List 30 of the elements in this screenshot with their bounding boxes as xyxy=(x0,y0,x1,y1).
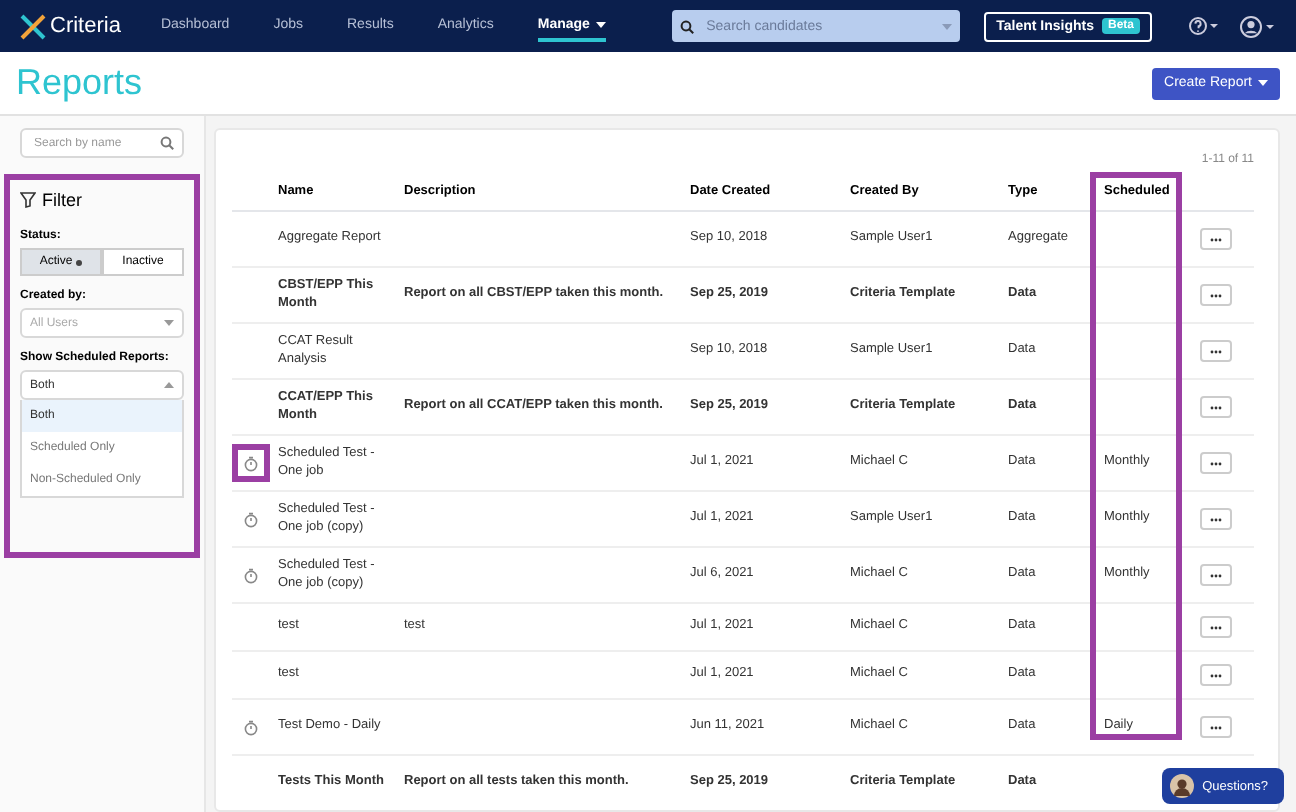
filter-icon xyxy=(20,192,36,208)
stopwatch-icon xyxy=(244,719,258,735)
more-button[interactable] xyxy=(1200,396,1232,418)
stopwatch-icon xyxy=(244,567,258,583)
avatar-icon xyxy=(1170,774,1195,798)
caret-icon xyxy=(1258,80,1268,86)
search-icon xyxy=(160,136,174,150)
help-icon[interactable] xyxy=(1188,16,1220,36)
caret-icon xyxy=(595,21,606,27)
stopwatch-icon xyxy=(244,511,258,527)
more-button[interactable] xyxy=(1200,284,1232,306)
logo-icon xyxy=(20,13,46,39)
logo-text: Criteria xyxy=(50,14,121,38)
stopwatch-icon xyxy=(244,455,258,471)
more-button[interactable] xyxy=(1200,508,1232,530)
caret-icon xyxy=(942,23,953,29)
more-button[interactable] xyxy=(1200,452,1232,474)
search-icon xyxy=(680,19,695,33)
page-title: Reports xyxy=(16,62,143,104)
more-button[interactable] xyxy=(1200,564,1232,586)
caret-icon xyxy=(164,382,174,388)
dot-icon xyxy=(76,259,83,265)
caret-icon xyxy=(164,320,174,326)
more-button[interactable] xyxy=(1200,228,1232,250)
more-button[interactable] xyxy=(1200,340,1232,362)
user-icon[interactable] xyxy=(1240,15,1276,37)
more-button[interactable] xyxy=(1200,716,1232,738)
more-button[interactable] xyxy=(1200,664,1232,686)
filter-title: Filter xyxy=(42,190,82,210)
more-button[interactable] xyxy=(1200,616,1232,638)
